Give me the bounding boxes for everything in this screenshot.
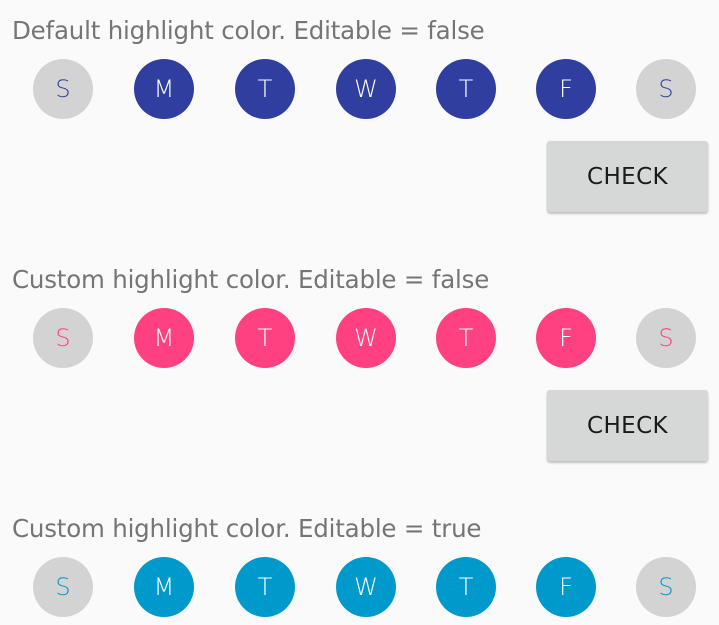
day-saturday[interactable]: S — [636, 308, 696, 368]
day-sunday[interactable]: S — [33, 557, 93, 617]
section-title-default: Default highlight color. Editable = fals… — [12, 16, 485, 45]
day-thursday[interactable]: T — [436, 557, 496, 617]
day-wednesday[interactable]: W — [336, 59, 396, 119]
day-sunday[interactable]: S — [33, 59, 93, 119]
day-monday[interactable]: M — [134, 59, 194, 119]
day-friday[interactable]: F — [536, 308, 596, 368]
day-wednesday[interactable]: W — [336, 308, 396, 368]
day-thursday[interactable]: T — [436, 59, 496, 119]
day-tuesday[interactable]: T — [235, 557, 295, 617]
day-sunday[interactable]: S — [33, 308, 93, 368]
day-monday[interactable]: M — [134, 308, 194, 368]
day-friday[interactable]: F — [536, 59, 596, 119]
day-wednesday[interactable]: W — [336, 557, 396, 617]
check-button-default[interactable]: CHECK — [547, 141, 708, 212]
weekday-picker-default: S M T W T F S — [0, 59, 719, 119]
day-monday[interactable]: M — [134, 557, 194, 617]
check-button-custom[interactable]: CHECK — [547, 390, 708, 461]
day-saturday[interactable]: S — [636, 59, 696, 119]
weekday-picker-custom-editable: S M T W T F S — [0, 557, 719, 617]
day-friday[interactable]: F — [536, 557, 596, 617]
day-saturday[interactable]: S — [636, 557, 696, 617]
section-title-custom-editable: Custom highlight color. Editable = true — [12, 514, 482, 543]
day-tuesday[interactable]: T — [235, 59, 295, 119]
day-tuesday[interactable]: T — [235, 308, 295, 368]
weekday-picker-custom-readonly: S M T W T F S — [0, 308, 719, 368]
day-thursday[interactable]: T — [436, 308, 496, 368]
day-picker-demo-screen: Default highlight color. Editable = fals… — [0, 0, 719, 625]
section-title-custom-readonly: Custom highlight color. Editable = false — [12, 265, 490, 294]
